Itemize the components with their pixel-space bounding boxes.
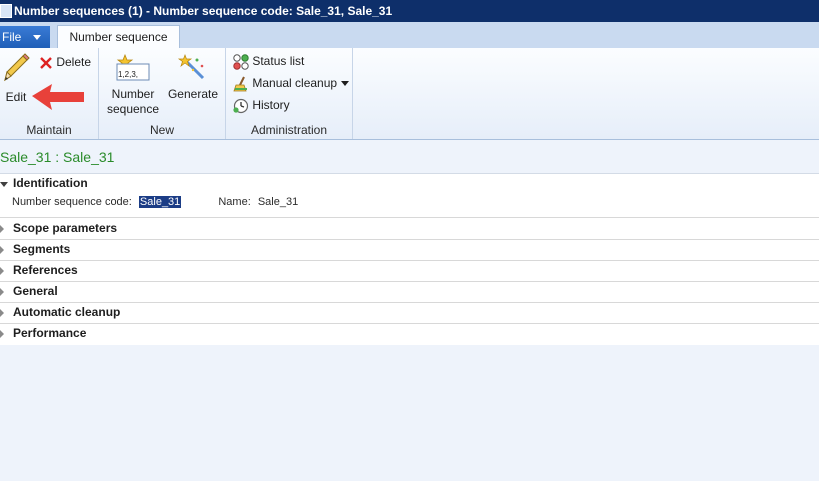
fasttab-label: Scope parameters bbox=[13, 221, 118, 235]
collapsed-triangle-icon bbox=[0, 330, 4, 338]
status-list-label: Status list bbox=[252, 54, 305, 68]
delete-x-icon bbox=[40, 56, 52, 69]
status-list-icon bbox=[233, 54, 249, 70]
broom-icon bbox=[233, 76, 247, 92]
fasttab-segments[interactable]: Segments bbox=[0, 240, 819, 261]
new-group-label: New bbox=[149, 123, 174, 137]
fasttab-label: References bbox=[13, 263, 78, 277]
status-list-button[interactable]: Status list bbox=[233, 53, 304, 70]
fasttab-identification-label: Identification bbox=[13, 176, 88, 190]
history-label: History bbox=[252, 98, 290, 112]
edit-label: Edit bbox=[5, 90, 27, 104]
manual-cleanup-label: Manual cleanup bbox=[252, 76, 338, 90]
fasttab-identification[interactable]: Identification Number sequence code: Sal… bbox=[0, 174, 819, 218]
pencil-icon bbox=[4, 53, 30, 82]
generate-button[interactable]: Generate bbox=[167, 54, 219, 102]
delete-button[interactable]: Delete bbox=[39, 54, 91, 70]
administration-group-label: Administration bbox=[250, 123, 328, 137]
name-label: Name: bbox=[218, 196, 251, 208]
file-menu-label: File bbox=[2, 30, 22, 44]
fasttab-label: General bbox=[13, 284, 58, 298]
collapsed-triangle-icon bbox=[0, 267, 4, 275]
number-sequence-label-line2: sequence bbox=[106, 102, 160, 116]
history-button[interactable]: History bbox=[233, 97, 290, 114]
fasttab-automatic-cleanup[interactable]: Automatic cleanup bbox=[0, 303, 819, 324]
ribbon-tab-row: File Number sequence bbox=[0, 22, 819, 49]
fasttab-label: Performance bbox=[13, 326, 87, 340]
fasttab-performance[interactable]: Performance bbox=[0, 324, 819, 345]
fasttab-general[interactable]: General bbox=[0, 282, 819, 303]
edit-button[interactable]: Edit bbox=[0, 52, 32, 108]
delete-label: Delete bbox=[56, 55, 92, 69]
maintain-group: Edit Delete Maintain bbox=[0, 48, 99, 139]
code-field[interactable]: Sale_31 bbox=[138, 196, 182, 208]
fasttab-scope-parameters[interactable]: Scope parameters bbox=[0, 218, 819, 240]
expanded-triangle-icon bbox=[0, 182, 8, 187]
fasttab-references[interactable]: References bbox=[0, 261, 819, 282]
number-sequence-label-line1: Number bbox=[111, 87, 155, 101]
annotation-arrow-icon bbox=[32, 84, 84, 110]
collapsed-triangle-icon bbox=[0, 225, 4, 233]
collapsed-triangle-icon bbox=[0, 288, 4, 296]
chevron-down-icon bbox=[33, 35, 42, 41]
new-group: 1,2,3, Number sequence Generate New bbox=[99, 48, 226, 139]
name-field[interactable]: Sale_31 bbox=[258, 196, 298, 208]
record-header: Sale_31 : Sale_31 bbox=[0, 149, 115, 165]
code-label: Number sequence code: bbox=[12, 196, 132, 208]
history-clock-icon bbox=[233, 98, 249, 113]
window-title-bar: Number sequences (1) - Number sequence c… bbox=[0, 0, 819, 22]
ribbon: Edit Delete Maintain 1,2,3, Number seque… bbox=[0, 48, 819, 140]
tab-number-sequence[interactable]: Number sequence bbox=[57, 25, 180, 49]
detail-form: Identification Number sequence code: Sal… bbox=[0, 173, 819, 345]
fasttab-label: Automatic cleanup bbox=[13, 305, 121, 319]
administration-group: Status list Manual cleanup History Admin… bbox=[226, 48, 353, 139]
identification-fields: Number sequence code: Sale_31 Name: Sale… bbox=[12, 196, 298, 208]
caret-down-icon bbox=[341, 81, 350, 87]
maintain-group-label: Maintain bbox=[26, 123, 72, 137]
file-menu-button[interactable]: File bbox=[0, 26, 50, 48]
collapsed-triangle-icon bbox=[0, 246, 4, 254]
generate-label: Generate bbox=[167, 87, 219, 101]
fasttab-label: Segments bbox=[13, 242, 71, 256]
number-sequence-icon: 1,2,3, bbox=[115, 54, 151, 82]
window-title: Number sequences (1) - Number sequence c… bbox=[14, 4, 393, 18]
manual-cleanup-button[interactable]: Manual cleanup bbox=[233, 75, 350, 92]
collapsed-triangle-icon bbox=[0, 309, 4, 317]
number-sequence-button[interactable]: 1,2,3, Number sequence bbox=[105, 54, 161, 117]
magic-wand-icon bbox=[177, 54, 205, 80]
app-icon bbox=[0, 3, 12, 18]
